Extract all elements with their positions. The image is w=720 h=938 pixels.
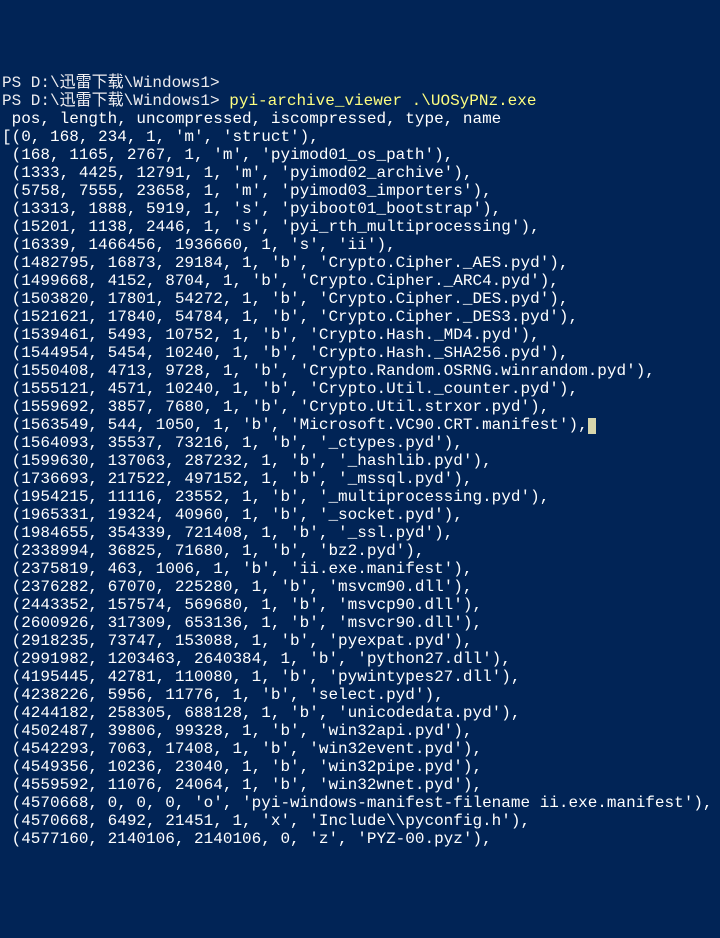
archive-entry-row: (1564093, 35537, 73216, 1, 'b', '_ctypes… <box>2 434 718 452</box>
entry-text: (1736693, 217522, 497152, 1, 'b', '_mssq… <box>2 470 472 488</box>
archive-entry-row: (1503820, 17801, 54272, 1, 'b', 'Crypto.… <box>2 290 718 308</box>
archive-entry-row: (4549356, 10236, 23040, 1, 'b', 'win32pi… <box>2 758 718 776</box>
entry-text: (4570668, 0, 0, 0, 'o', 'pyi-windows-man… <box>2 794 713 812</box>
entry-text: (4542293, 7063, 17408, 1, 'b', 'win32eve… <box>2 740 482 758</box>
table-header: pos, length, uncompressed, iscompressed,… <box>2 110 501 128</box>
archive-entry-row: (1539461, 5493, 10752, 1, 'b', 'Crypto.H… <box>2 326 718 344</box>
archive-entry-row: (1736693, 217522, 497152, 1, 'b', '_mssq… <box>2 470 718 488</box>
entry-text: (1550408, 4713, 9728, 1, 'b', 'Crypto.Ra… <box>2 362 655 380</box>
archive-entry-row: (4577160, 2140106, 2140106, 0, 'z', 'PYZ… <box>2 830 718 848</box>
entry-text: (1563549, 544, 1050, 1, 'b', 'Microsoft.… <box>2 416 588 434</box>
command-text[interactable]: pyi-archive_viewer .\UOSyPNz.exe <box>229 92 536 110</box>
entry-text: (1544954, 5454, 10240, 1, 'b', 'Crypto.H… <box>2 344 569 362</box>
entry-text: (5758, 7555, 23658, 1, 'm', 'pyimod03_im… <box>2 182 492 200</box>
archive-entry-row: (1563549, 544, 1050, 1, 'b', 'Microsoft.… <box>2 416 718 434</box>
archive-entry-row: (1521621, 17840, 54784, 1, 'b', 'Crypto.… <box>2 308 718 326</box>
entry-text: (2600926, 317309, 653136, 1, 'b', 'msvcr… <box>2 614 482 632</box>
entry-text: (4570668, 6492, 21451, 1, 'x', 'Include\… <box>2 812 530 830</box>
archive-entry-row: (1544954, 5454, 10240, 1, 'b', 'Crypto.H… <box>2 344 718 362</box>
archive-entry-row: (4542293, 7063, 17408, 1, 'b', 'win32eve… <box>2 740 718 758</box>
entry-text: (2918235, 73747, 153088, 1, 'b', 'pyexpa… <box>2 632 472 650</box>
entry-text: (2375819, 463, 1006, 1, 'b', 'ii.exe.man… <box>2 560 472 578</box>
archive-entry-row: (1954215, 11116, 23552, 1, 'b', '_multip… <box>2 488 718 506</box>
archive-entry-row: (4570668, 0, 0, 0, 'o', 'pyi-windows-man… <box>2 794 718 812</box>
entry-text: (4238226, 5956, 11776, 1, 'b', 'select.p… <box>2 686 444 704</box>
archive-entry-row: (4570668, 6492, 21451, 1, 'x', 'Include\… <box>2 812 718 830</box>
entry-text: (2338994, 36825, 71680, 1, 'b', 'bz2.pyd… <box>2 542 424 560</box>
entry-text: (1482795, 16873, 29184, 1, 'b', 'Crypto.… <box>2 254 569 272</box>
archive-entry-row: (1984655, 354339, 721408, 1, 'b', '_ssl.… <box>2 524 718 542</box>
prompt-prefix: PS D:\迅雷下载\Windows1> <box>2 92 229 110</box>
terminal-output[interactable]: PS D:\迅雷下载\Windows1>PS D:\迅雷下载\Windows1>… <box>2 74 718 848</box>
entry-text: [(0, 168, 234, 1, 'm', 'struct'), <box>2 128 319 146</box>
entry-text: (1954215, 11116, 23552, 1, 'b', '_multip… <box>2 488 549 506</box>
archive-entry-row: (4502487, 39806, 99328, 1, 'b', 'win32ap… <box>2 722 718 740</box>
entry-text: (15201, 1138, 2446, 1, 's', 'pyi_rth_mul… <box>2 218 540 236</box>
entry-text: (2376282, 67070, 225280, 1, 'b', 'msvcm9… <box>2 578 472 596</box>
archive-entry-row: [(0, 168, 234, 1, 'm', 'struct'), <box>2 128 718 146</box>
entry-text: (1499668, 4152, 8704, 1, 'b', 'Crypto.Ci… <box>2 272 559 290</box>
archive-entry-row: (2600926, 317309, 653136, 1, 'b', 'msvcr… <box>2 614 718 632</box>
entry-text: (4502487, 39806, 99328, 1, 'b', 'win32ap… <box>2 722 472 740</box>
entry-text: (16339, 1466456, 1936660, 1, 's', 'ii'), <box>2 236 396 254</box>
entry-text: (2991982, 1203463, 2640384, 1, 'b', 'pyt… <box>2 650 511 668</box>
entry-text: (1503820, 17801, 54272, 1, 'b', 'Crypto.… <box>2 290 569 308</box>
entry-text: (168, 1165, 2767, 1, 'm', 'pyimod01_os_p… <box>2 146 453 164</box>
entry-text: (1564093, 35537, 73216, 1, 'b', '_ctypes… <box>2 434 463 452</box>
output-line: PS D:\迅雷下载\Windows1> <box>2 74 718 92</box>
archive-entry-row: (1599630, 137063, 287232, 1, 'b', '_hash… <box>2 452 718 470</box>
archive-entry-row: (1333, 4425, 12791, 1, 'm', 'pyimod02_ar… <box>2 164 718 182</box>
entry-text: (4559592, 11076, 24064, 1, 'b', 'win32wn… <box>2 776 482 794</box>
archive-entry-row: (168, 1165, 2767, 1, 'm', 'pyimod01_os_p… <box>2 146 718 164</box>
entry-text: (13313, 1888, 5919, 1, 's', 'pyiboot01_b… <box>2 200 501 218</box>
title-fragment: PS D:\迅雷下载\Windows1> <box>2 74 220 92</box>
archive-entry-row: (1550408, 4713, 9728, 1, 'b', 'Crypto.Ra… <box>2 362 718 380</box>
archive-entry-row: (2376282, 67070, 225280, 1, 'b', 'msvcm9… <box>2 578 718 596</box>
entry-text: (1965331, 19324, 40960, 1, 'b', '_socket… <box>2 506 463 524</box>
archive-entry-row: (4244182, 258305, 688128, 1, 'b', 'unico… <box>2 704 718 722</box>
archive-entry-row: (4195445, 42781, 110080, 1, 'b', 'pywint… <box>2 668 718 686</box>
entry-text: (4577160, 2140106, 2140106, 0, 'z', 'PYZ… <box>2 830 492 848</box>
entry-text: (1333, 4425, 12791, 1, 'm', 'pyimod02_ar… <box>2 164 472 182</box>
archive-entry-row: (2991982, 1203463, 2640384, 1, 'b', 'pyt… <box>2 650 718 668</box>
archive-entry-row: (1559692, 3857, 7680, 1, 'b', 'Crypto.Ut… <box>2 398 718 416</box>
entry-text: (1599630, 137063, 287232, 1, 'b', '_hash… <box>2 452 492 470</box>
output-line: pos, length, uncompressed, iscompressed,… <box>2 110 718 128</box>
entry-text: (1539461, 5493, 10752, 1, 'b', 'Crypto.H… <box>2 326 540 344</box>
archive-entry-row: (4238226, 5956, 11776, 1, 'b', 'select.p… <box>2 686 718 704</box>
entry-text: (4549356, 10236, 23040, 1, 'b', 'win32pi… <box>2 758 482 776</box>
entry-text: (1555121, 4571, 10240, 1, 'b', 'Crypto.U… <box>2 380 578 398</box>
archive-entry-row: (1499668, 4152, 8704, 1, 'b', 'Crypto.Ci… <box>2 272 718 290</box>
archive-entry-row: (5758, 7555, 23658, 1, 'm', 'pyimod03_im… <box>2 182 718 200</box>
archive-entry-row: (2918235, 73747, 153088, 1, 'b', 'pyexpa… <box>2 632 718 650</box>
entry-text: (4195445, 42781, 110080, 1, 'b', 'pywint… <box>2 668 520 686</box>
text-cursor <box>588 418 596 434</box>
archive-entry-row: (15201, 1138, 2446, 1, 's', 'pyi_rth_mul… <box>2 218 718 236</box>
output-line: PS D:\迅雷下载\Windows1> pyi-archive_viewer … <box>2 92 718 110</box>
archive-entry-row: (2443352, 157574, 569680, 1, 'b', 'msvcp… <box>2 596 718 614</box>
entry-text: (4244182, 258305, 688128, 1, 'b', 'unico… <box>2 704 520 722</box>
archive-entry-row: (2375819, 463, 1006, 1, 'b', 'ii.exe.man… <box>2 560 718 578</box>
entry-text: (1521621, 17840, 54784, 1, 'b', 'Crypto.… <box>2 308 578 326</box>
archive-entry-row: (13313, 1888, 5919, 1, 's', 'pyiboot01_b… <box>2 200 718 218</box>
entry-text: (1984655, 354339, 721408, 1, 'b', '_ssl.… <box>2 524 453 542</box>
archive-entry-row: (1482795, 16873, 29184, 1, 'b', 'Crypto.… <box>2 254 718 272</box>
archive-entry-row: (1555121, 4571, 10240, 1, 'b', 'Crypto.U… <box>2 380 718 398</box>
entry-text: (2443352, 157574, 569680, 1, 'b', 'msvcp… <box>2 596 482 614</box>
archive-entry-row: (1965331, 19324, 40960, 1, 'b', '_socket… <box>2 506 718 524</box>
archive-entry-row: (4559592, 11076, 24064, 1, 'b', 'win32wn… <box>2 776 718 794</box>
archive-entry-row: (2338994, 36825, 71680, 1, 'b', 'bz2.pyd… <box>2 542 718 560</box>
archive-entry-row: (16339, 1466456, 1936660, 1, 's', 'ii'), <box>2 236 718 254</box>
entry-text: (1559692, 3857, 7680, 1, 'b', 'Crypto.Ut… <box>2 398 549 416</box>
